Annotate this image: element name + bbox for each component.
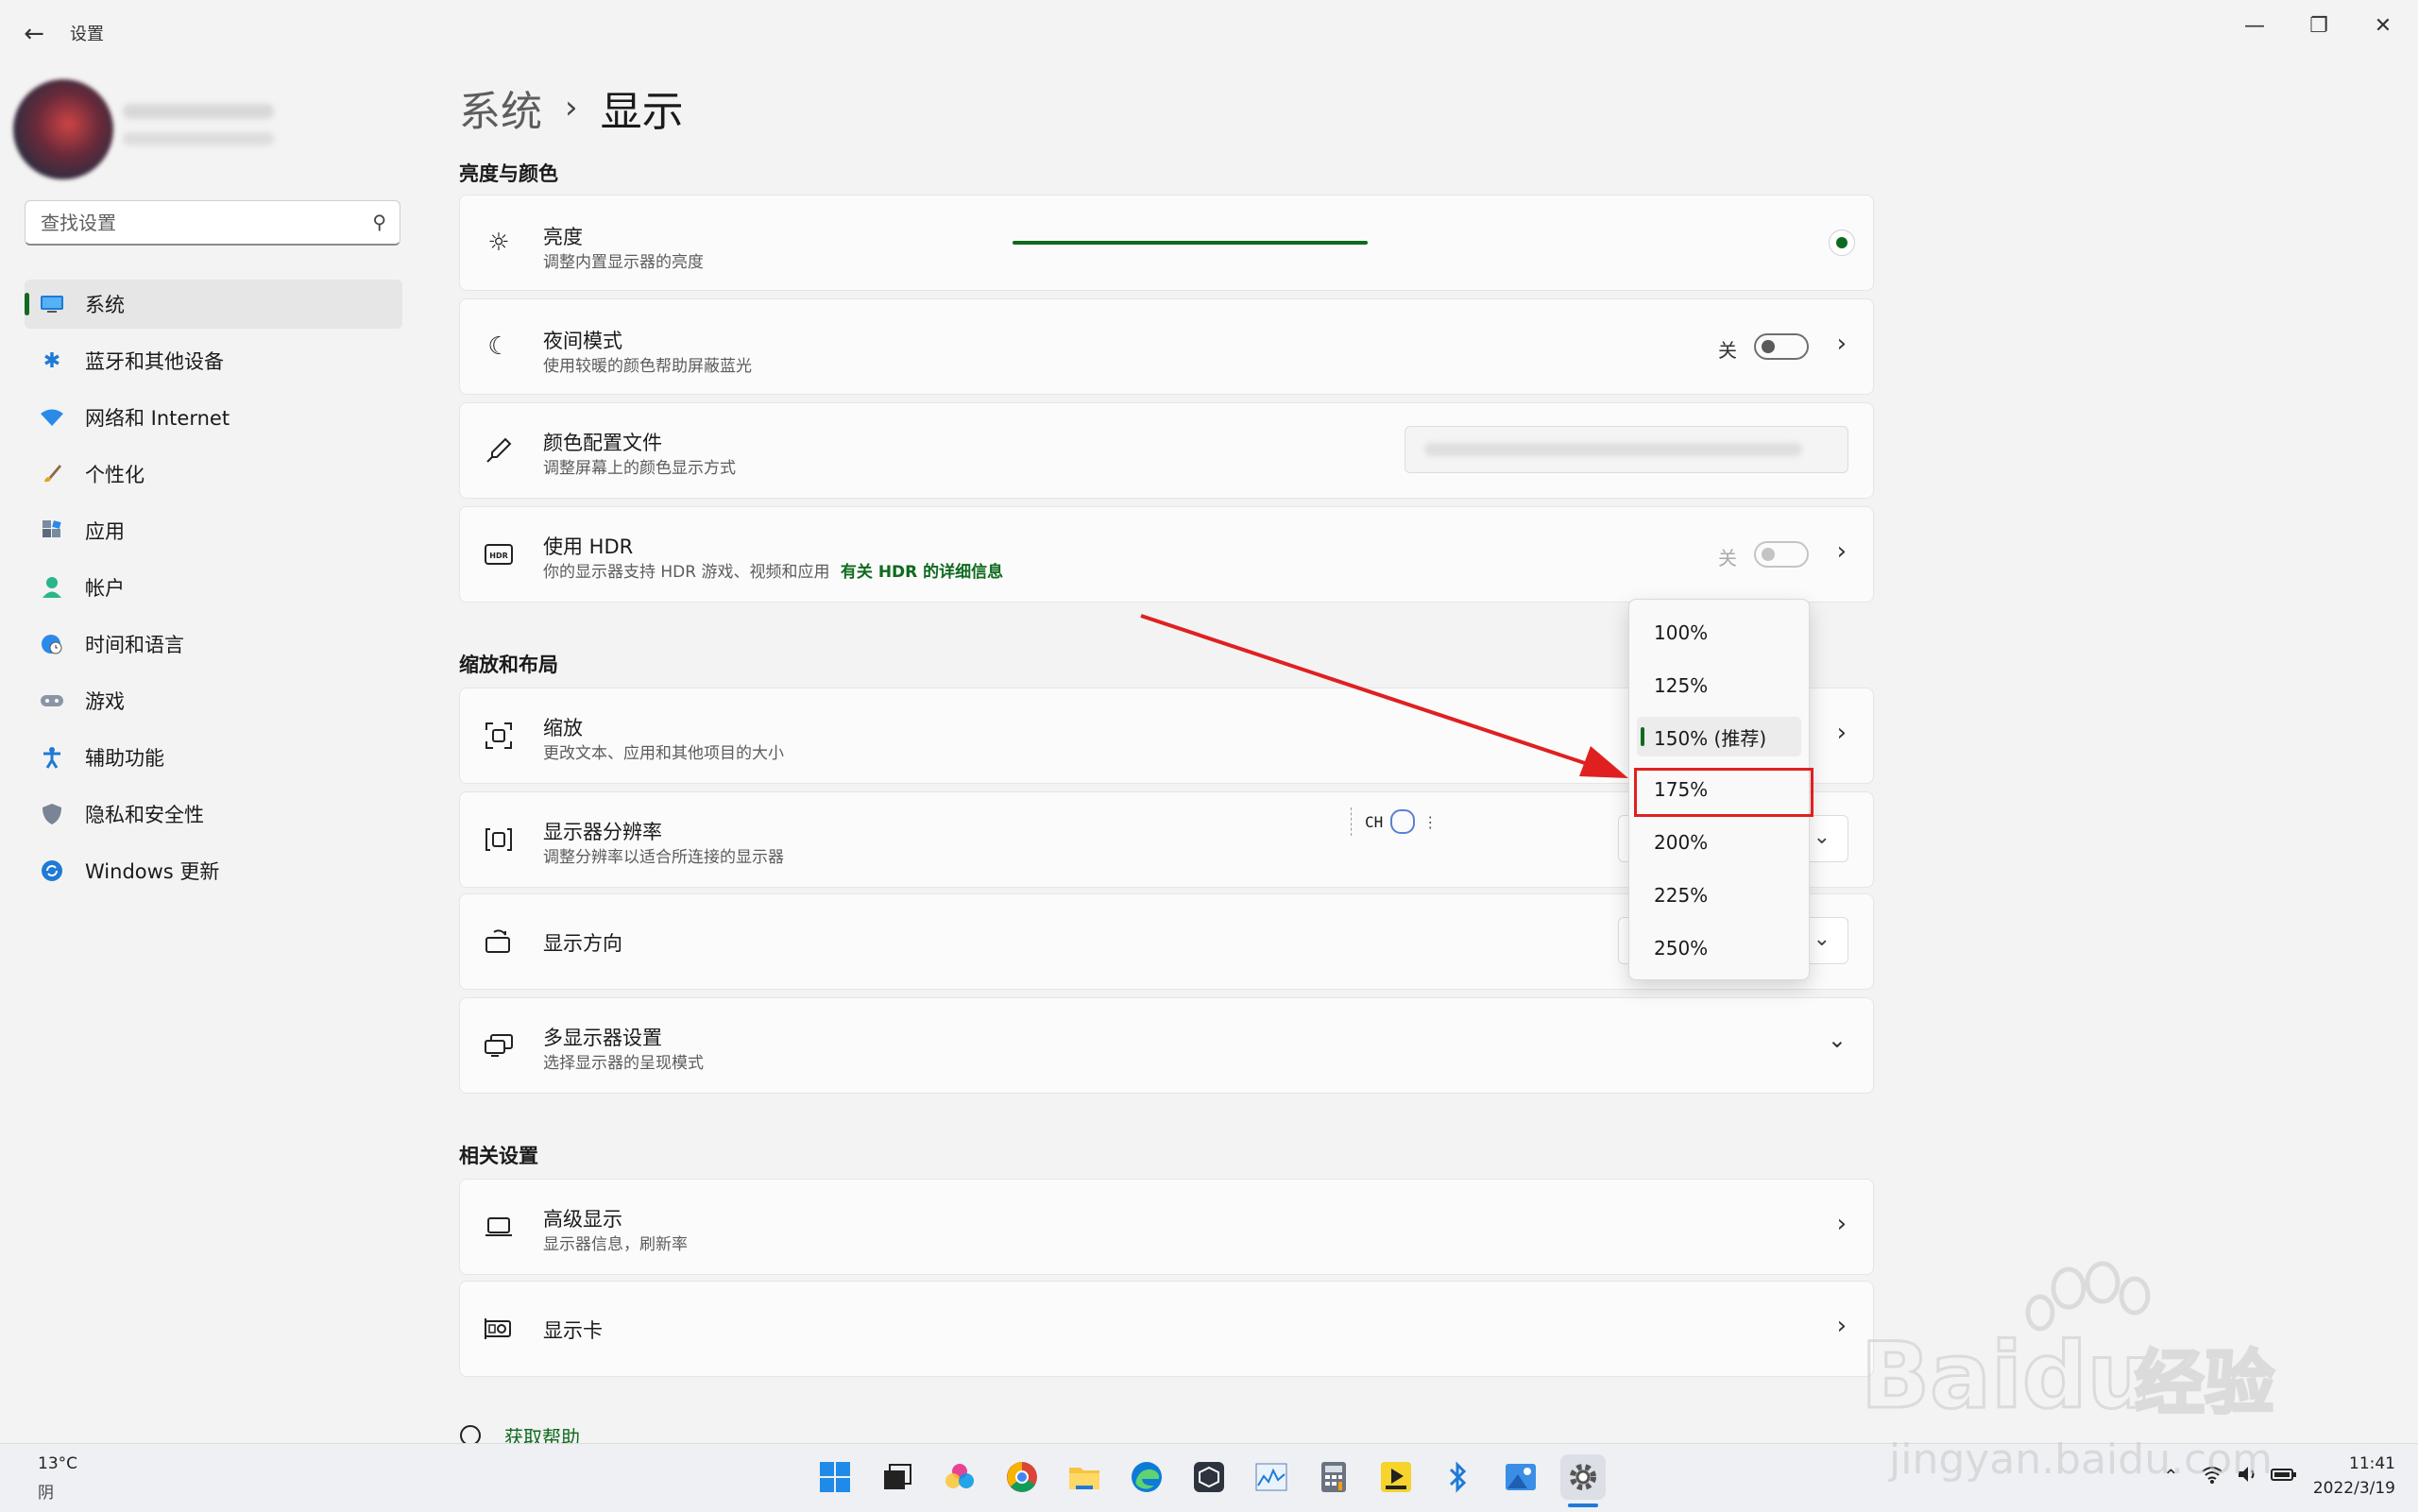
task-view-icon[interactable]	[875, 1454, 920, 1500]
weather-temperature[interactable]: 13°C	[38, 1454, 77, 1473]
chrome-icon[interactable]	[999, 1454, 1045, 1500]
watermark-cn: 经验	[2135, 1343, 2274, 1424]
performance-monitor-icon[interactable]	[1249, 1454, 1294, 1500]
calculator-icon[interactable]	[1311, 1454, 1356, 1500]
photos-viewer-icon[interactable]	[1498, 1454, 1543, 1500]
file-explorer-icon[interactable]	[1062, 1454, 1107, 1500]
clock-date[interactable]: 2022/3/19	[2310, 1479, 2395, 1498]
weather-description[interactable]: 阴	[38, 1479, 54, 1503]
baidu-jingyan-watermark: Baidu 经验 jingyan.baidu.com	[1860, 1261, 2276, 1484]
bluetooth-app-icon[interactable]	[1436, 1454, 1481, 1500]
watermark-url: jingyan.baidu.com	[1888, 1436, 2273, 1484]
settings-taskbar-icon[interactable]	[1560, 1454, 1606, 1500]
start-icon[interactable]	[812, 1454, 858, 1500]
edge-icon[interactable]	[1124, 1454, 1169, 1500]
potplayer-icon[interactable]	[1373, 1454, 1419, 1500]
box-app-icon[interactable]	[1186, 1454, 1232, 1500]
clock-time[interactable]: 11:41	[2342, 1454, 2395, 1473]
photos-app-icon[interactable]	[937, 1454, 982, 1500]
active-app-indicator	[1568, 1504, 1598, 1507]
watermark-brand: Baidu	[1861, 1323, 2152, 1429]
